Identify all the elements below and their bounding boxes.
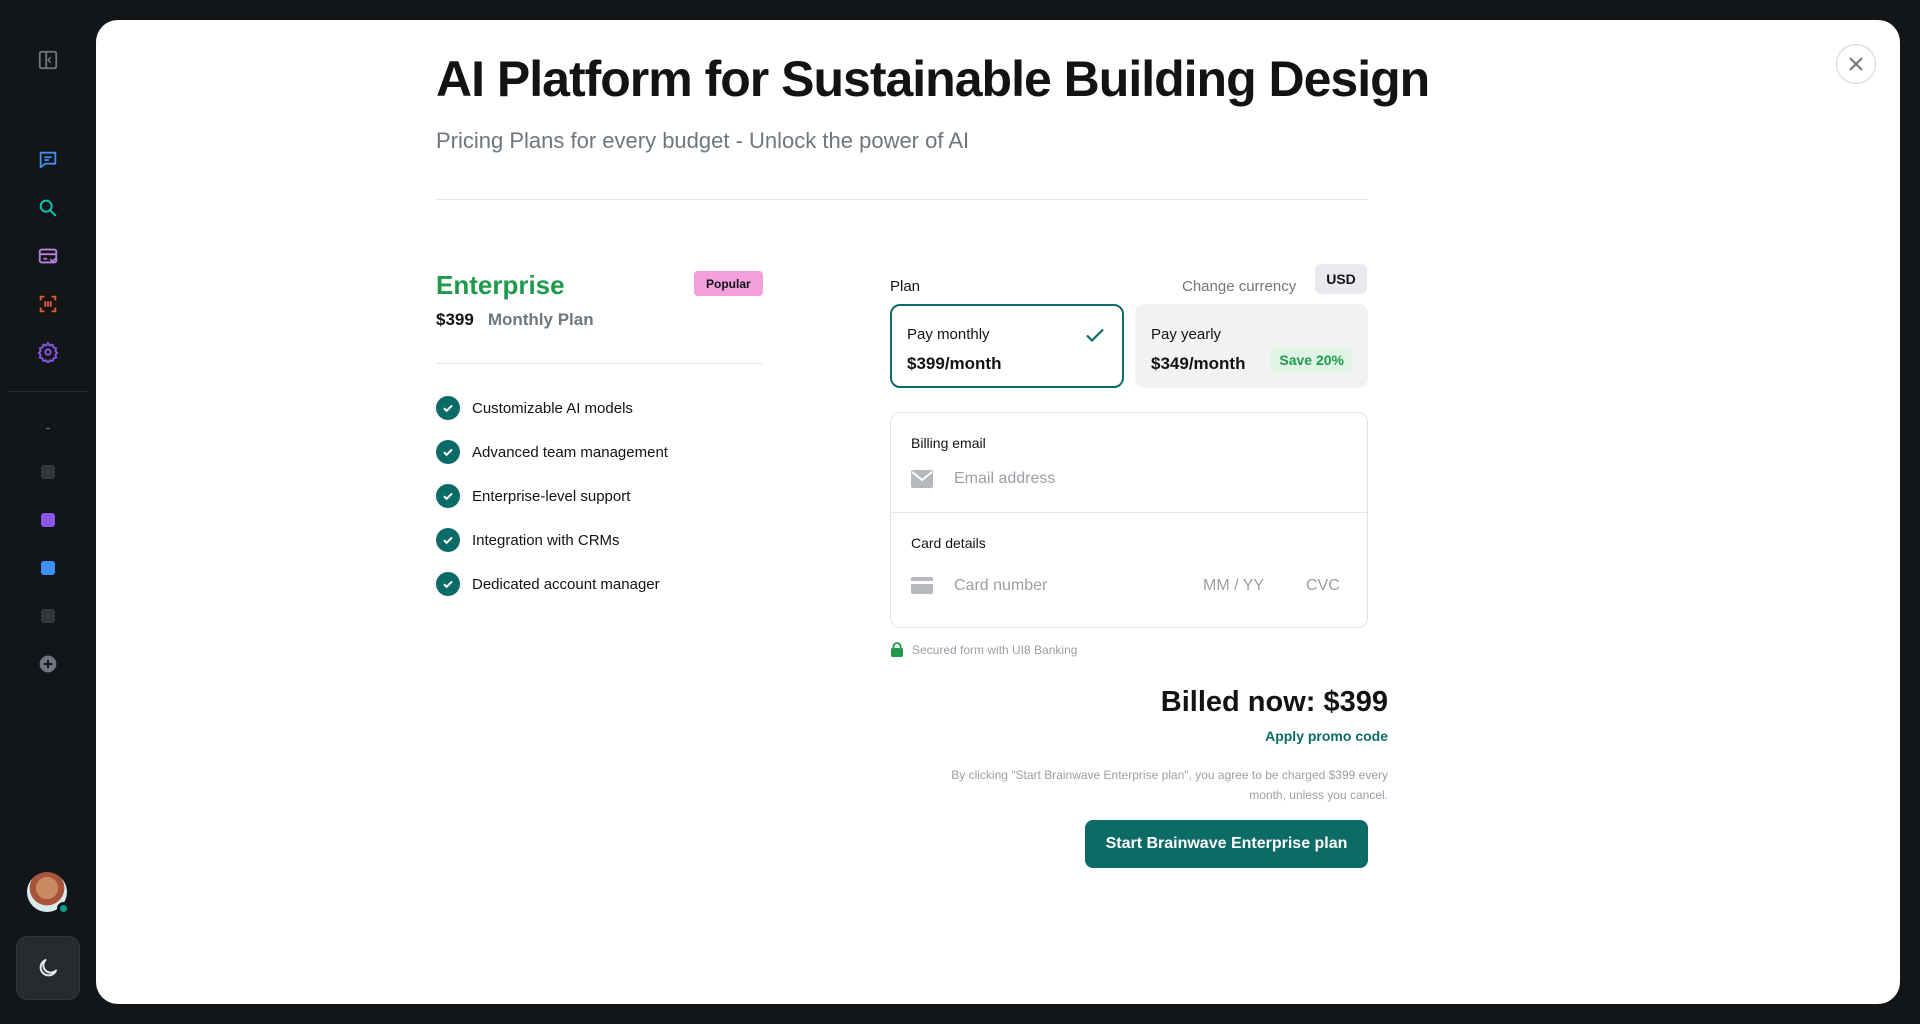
toggle-sidebar-button[interactable]: [32, 44, 64, 76]
save-badge: Save 20%: [1271, 348, 1352, 372]
check-circle-icon: [436, 528, 460, 552]
feature-item: Customizable AI models: [436, 396, 668, 420]
pay-monthly-label: Pay monthly: [907, 326, 990, 343]
popular-badge: Popular: [694, 271, 763, 296]
sidebar-item-search[interactable]: [32, 192, 64, 224]
sidebar-item-chat[interactable]: [32, 144, 64, 176]
feature-label: Advanced team management: [472, 443, 668, 461]
plan-period: Monthly Plan: [487, 310, 594, 329]
online-status-indicator: [57, 902, 70, 915]
payment-form: Billing email Card details: [890, 412, 1368, 628]
chat-icon: [39, 151, 57, 169]
sidebar-folder-2[interactable]: [41, 513, 55, 527]
close-icon: [1849, 57, 1863, 71]
page-title: AI Platform for Sustainable Building Des…: [436, 51, 1430, 107]
sidebar-dash: [46, 428, 50, 429]
card-number-input[interactable]: [954, 574, 1194, 598]
email-input[interactable]: [954, 467, 1334, 491]
feature-list: Customizable AI models Advanced team man…: [436, 396, 668, 616]
sidebar-item-billing[interactable]: [32, 240, 64, 272]
scan-icon: [39, 295, 57, 313]
form-divider: [891, 512, 1367, 513]
check-circle-icon: [436, 484, 460, 508]
sidebar-divider: [8, 391, 88, 392]
check-circle-icon: [436, 440, 460, 464]
sidebar-item-scan[interactable]: [32, 288, 64, 320]
sidebar-folder-4[interactable]: [41, 609, 55, 623]
currency-select[interactable]: USD: [1315, 264, 1367, 294]
moon-icon: [39, 959, 57, 977]
billing-email-label: Billing email: [911, 435, 986, 451]
expiry-input[interactable]: [1203, 574, 1283, 598]
search-icon: [39, 199, 57, 217]
feature-item: Integration with CRMs: [436, 528, 668, 552]
feature-label: Customizable AI models: [472, 399, 633, 417]
plus-circle-icon: [39, 655, 57, 673]
change-currency-label: Change currency: [1182, 278, 1297, 295]
add-folder-button[interactable]: [32, 648, 64, 680]
check-circle-icon: [436, 572, 460, 596]
plan-price-line: $399 Monthly Plan: [436, 310, 594, 330]
plan-label: Plan: [890, 278, 921, 295]
feature-label: Integration with CRMs: [472, 531, 620, 549]
card-details-label: Card details: [911, 535, 986, 551]
pay-monthly-amount: $399/month: [907, 354, 1002, 373]
mail-icon: [911, 470, 933, 488]
apply-promo-link[interactable]: Apply promo code: [1265, 728, 1388, 744]
close-button[interactable]: [1836, 44, 1876, 84]
plan-price: $399: [436, 310, 474, 329]
pay-yearly-option[interactable]: Pay yearly $349/month Save 20%: [1135, 304, 1368, 388]
avatar[interactable]: [27, 872, 70, 915]
pay-monthly-option[interactable]: Pay monthly $399/month: [890, 304, 1124, 388]
panel-icon: [38, 50, 58, 70]
feature-item: Advanced team management: [436, 440, 668, 464]
page-subtitle: Pricing Plans for every budget - Unlock …: [436, 128, 970, 153]
gear-icon: [37, 341, 59, 363]
credit-card-icon: [911, 577, 933, 594]
header-divider: [436, 199, 1368, 200]
card-icon: [38, 248, 58, 264]
feature-item: Dedicated account manager: [436, 572, 668, 596]
plan-divider: [436, 363, 762, 364]
secure-text: Secured form with UI8 Banking: [912, 642, 1078, 657]
pay-yearly-label: Pay yearly: [1151, 326, 1222, 343]
feature-label: Dedicated account manager: [472, 575, 660, 593]
feature-item: Enterprise-level support: [436, 484, 668, 508]
sidebar-item-settings[interactable]: [32, 336, 64, 368]
theme-toggle-button[interactable]: [16, 936, 80, 1000]
checkmark-icon: [1086, 328, 1104, 343]
check-circle-icon: [436, 396, 460, 420]
sidebar: [0, 0, 96, 1024]
feature-label: Enterprise-level support: [472, 487, 631, 505]
billed-now: Billed now: $399: [1160, 686, 1388, 718]
start-plan-button[interactable]: Start Brainwave Enterprise plan: [1085, 820, 1368, 868]
sidebar-folder-1[interactable]: [41, 465, 55, 479]
cvc-input[interactable]: [1306, 574, 1354, 598]
plan-name: Enterprise: [436, 270, 565, 300]
lock-icon: [891, 642, 903, 657]
secure-note: Secured form with UI8 Banking: [890, 642, 1077, 657]
pay-yearly-amount: $349/month: [1151, 354, 1246, 373]
terms-text: By clicking "Start Brainwave Enterprise …: [951, 768, 1388, 802]
sidebar-folder-3[interactable]: [41, 561, 55, 575]
